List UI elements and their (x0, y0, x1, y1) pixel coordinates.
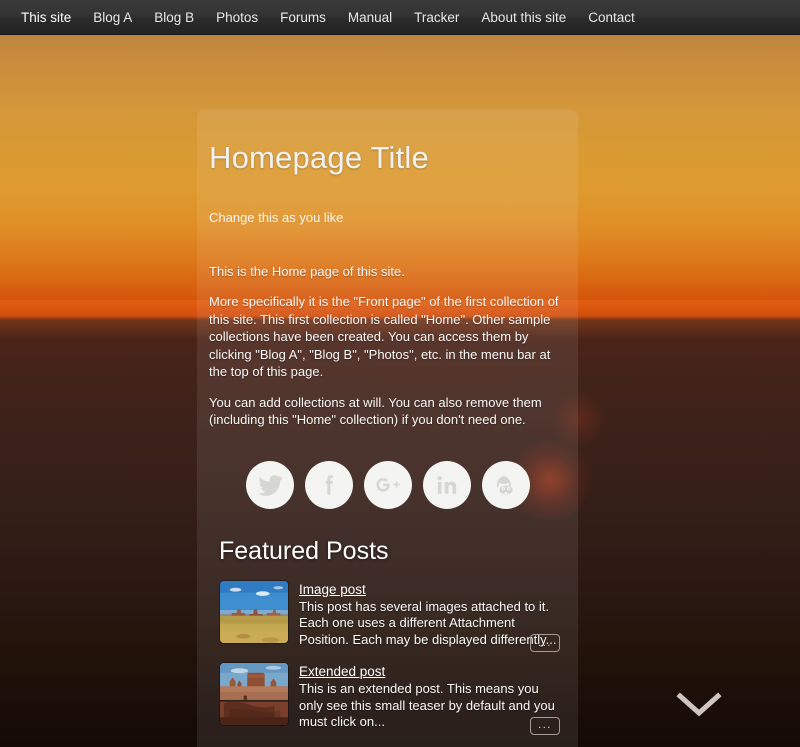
social-links-row (209, 461, 566, 509)
intro-paragraph-1: This is the Home page of this site. (209, 263, 566, 281)
page-tagline: Change this as you like (209, 210, 566, 225)
nav-item-blog-a[interactable]: Blog A (82, 0, 143, 35)
post-title-link[interactable]: Image post (299, 582, 366, 597)
nav-item-forums[interactable]: Forums (269, 0, 337, 35)
nav-item-contact[interactable]: Contact (577, 0, 646, 35)
content-panel: Homepage Title Change this as you like T… (197, 110, 578, 747)
intro-paragraph-3: You can add collections at will. You can… (209, 394, 566, 429)
chevron-down-icon[interactable] (676, 690, 722, 720)
post-title-link[interactable]: Extended post (299, 664, 385, 679)
nav-item-manual[interactable]: Manual (337, 0, 403, 35)
nav-item-this-site[interactable]: This site (10, 0, 82, 35)
social-link-github[interactable] (482, 461, 530, 509)
post-excerpt: This is an extended post. This means you… (299, 681, 566, 731)
post-body: Extended post This is an extended post. … (299, 662, 566, 731)
twitter-icon (257, 472, 283, 498)
page-title: Homepage Title (209, 140, 566, 176)
intro-paragraph-2: More specifically it is the "Front page"… (209, 293, 566, 381)
post-thumbnail-image-post[interactable] (219, 580, 289, 644)
featured-post-item: Extended post This is an extended post. … (219, 662, 566, 731)
post-thumbnail-extended-post[interactable] (219, 662, 289, 726)
nav-item-photos[interactable]: Photos (205, 0, 269, 35)
post-more-button[interactable]: ... (530, 634, 560, 652)
nav-item-blog-b[interactable]: Blog B (143, 0, 205, 35)
social-link-twitter[interactable] (246, 461, 294, 509)
google-plus-icon (374, 472, 402, 498)
nav-item-tracker[interactable]: Tracker (403, 0, 470, 35)
post-excerpt: This post has several images attached to… (299, 599, 566, 649)
main-navigation-bar: This site Blog A Blog B Photos Forums Ma… (0, 0, 800, 35)
featured-posts-heading: Featured Posts (219, 537, 566, 566)
social-link-linkedin[interactable] (423, 461, 471, 509)
github-icon (493, 472, 519, 498)
nav-item-about-this-site[interactable]: About this site (470, 0, 577, 35)
facebook-icon (316, 472, 342, 498)
post-more-button[interactable]: ... (530, 717, 560, 735)
social-link-facebook[interactable] (305, 461, 353, 509)
post-body: Image post This post has several images … (299, 580, 566, 649)
linkedin-icon (434, 472, 460, 498)
featured-post-item: Image post This post has several images … (219, 580, 566, 649)
social-link-google-plus[interactable] (364, 461, 412, 509)
